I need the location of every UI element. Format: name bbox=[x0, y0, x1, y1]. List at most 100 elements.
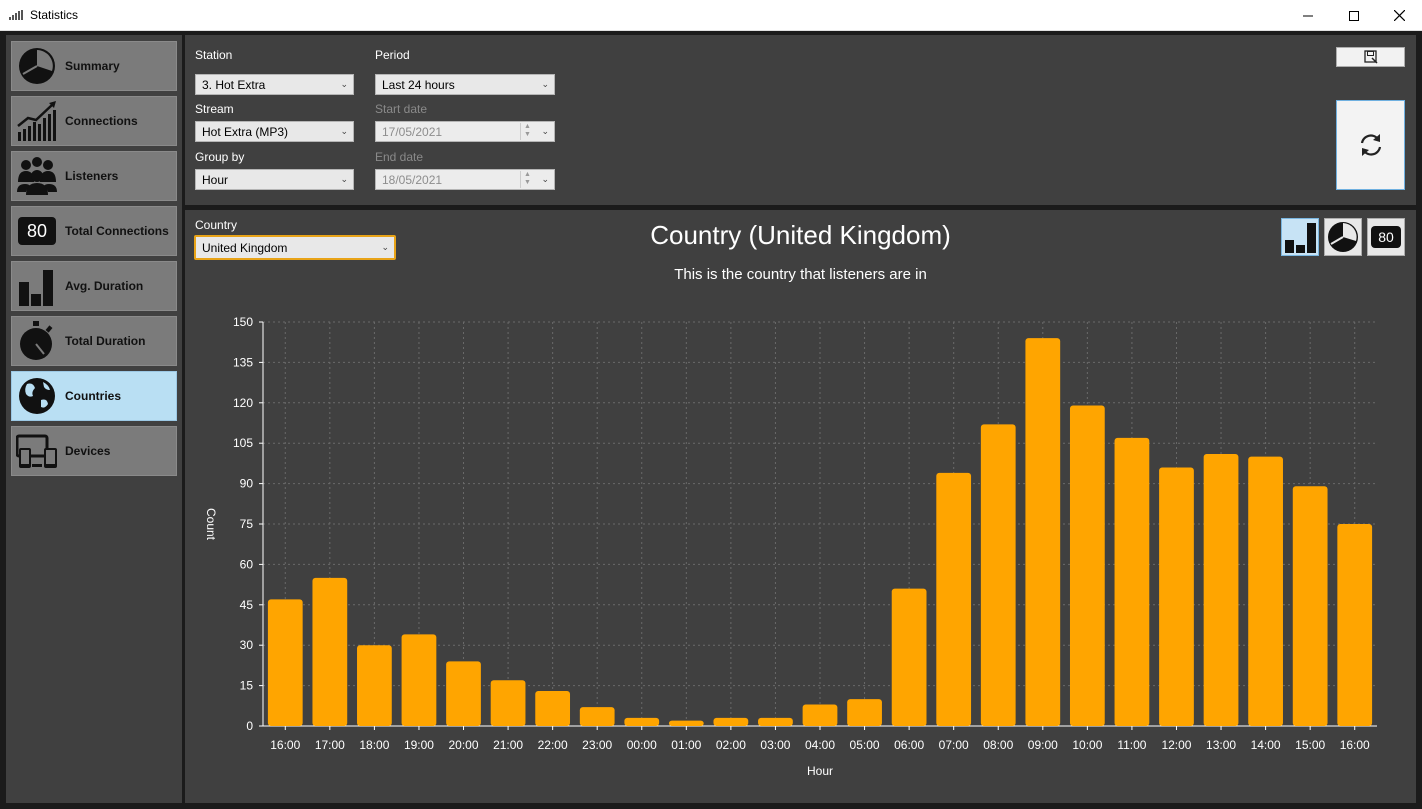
sidebar-item-label: Avg. Duration bbox=[65, 279, 144, 293]
group-by-label: Group by bbox=[195, 150, 245, 164]
x-tick-label: 02:00 bbox=[716, 738, 746, 752]
bar bbox=[401, 634, 437, 726]
bar bbox=[802, 704, 838, 726]
y-axis-label: Count bbox=[204, 508, 218, 541]
chevron-down-icon: ⌄ bbox=[340, 126, 348, 136]
maximize-icon bbox=[1349, 10, 1359, 21]
bar-chart: 0 15 30 45 60 75 90 105 120 135 150 16:00 17:00 18:00… bbox=[204, 315, 1377, 778]
x-tick-label: 12:00 bbox=[1161, 738, 1191, 752]
title-bar: Statistics bbox=[0, 0, 1422, 31]
x-tick-label: 00:00 bbox=[627, 738, 657, 752]
x-tick-label: 06:00 bbox=[894, 738, 924, 752]
people-icon bbox=[16, 155, 58, 197]
close-icon bbox=[1393, 10, 1405, 21]
sidebar-item-total-connections[interactable]: 80 Total Connections bbox=[11, 206, 177, 256]
sidebar-item-label: Listeners bbox=[65, 169, 119, 183]
x-tick-label: 22:00 bbox=[538, 738, 568, 752]
save-button[interactable] bbox=[1336, 47, 1405, 67]
start-date-picker[interactable]: 17/05/2021 ▲ ▼ ⌄ bbox=[375, 121, 555, 142]
x-tick-label: 14:00 bbox=[1251, 738, 1281, 752]
bar bbox=[312, 577, 348, 726]
refresh-button[interactable] bbox=[1336, 100, 1405, 190]
start-date-label: Start date bbox=[375, 102, 428, 116]
bar bbox=[267, 599, 303, 726]
x-tick-label: 10:00 bbox=[1072, 738, 1102, 752]
bar-chart-icon bbox=[16, 265, 58, 307]
sidebar-item-countries[interactable]: Countries bbox=[11, 371, 177, 421]
bar bbox=[490, 680, 526, 726]
bar bbox=[758, 717, 793, 726]
bar bbox=[1114, 437, 1150, 726]
period-select[interactable]: Last 24 hours ⌄ bbox=[375, 74, 555, 95]
counter-view-button[interactable]: 80 bbox=[1367, 218, 1405, 256]
chevron-down-icon: ⌄ bbox=[340, 79, 348, 89]
y-tick-label: 30 bbox=[240, 638, 254, 652]
sidebar-item-total-duration[interactable]: Total Duration bbox=[11, 316, 177, 366]
end-date-picker[interactable]: 18/05/2021 ▲ ▼ ⌄ bbox=[375, 169, 555, 190]
x-tick-label: 15:00 bbox=[1295, 738, 1325, 752]
trend-up-icon bbox=[16, 100, 58, 142]
sidebar-item-connections[interactable]: Connections bbox=[11, 96, 177, 146]
x-tick-label: 11:00 bbox=[1117, 738, 1146, 752]
minimize-button[interactable] bbox=[1285, 0, 1331, 31]
x-tick-label: 13:00 bbox=[1206, 738, 1236, 752]
x-tick-label: 09:00 bbox=[1028, 738, 1058, 752]
period-label: Period bbox=[375, 48, 410, 62]
x-axis-label: Hour bbox=[807, 764, 833, 778]
bar bbox=[579, 707, 615, 726]
period-value: Last 24 hours bbox=[382, 78, 455, 92]
sidebar-item-label: Countries bbox=[65, 389, 122, 403]
bar bbox=[624, 717, 660, 726]
end-date-label: End date bbox=[375, 150, 424, 164]
chevron-down-icon: ⌄ bbox=[541, 174, 549, 184]
sidebar-item-listeners[interactable]: Listeners bbox=[11, 151, 177, 201]
filter-panel: Station 3. Hot Extra ⌄ Stream Hot Extra … bbox=[185, 35, 1416, 205]
floppy-disk-icon bbox=[1363, 50, 1378, 64]
sidebar-item-avg-duration[interactable]: Avg. Duration bbox=[11, 261, 177, 311]
bar bbox=[1337, 524, 1373, 726]
station-value: 3. Hot Extra bbox=[202, 78, 266, 92]
x-tick-label: 17:00 bbox=[315, 738, 345, 752]
bar bbox=[1203, 453, 1239, 726]
y-tick-label: 15 bbox=[240, 679, 254, 693]
chevron-down-icon: ⌄ bbox=[541, 126, 549, 136]
x-tick-label: 20:00 bbox=[449, 738, 479, 752]
chart-panel: Country United Kingdom ⌄ Country (United… bbox=[185, 210, 1416, 803]
pie-view-button[interactable] bbox=[1324, 218, 1362, 256]
y-tick-label: 120 bbox=[233, 396, 253, 410]
y-tick-label: 90 bbox=[240, 477, 254, 491]
x-tick-label: 05:00 bbox=[850, 738, 880, 752]
pie-chart-icon bbox=[1328, 222, 1358, 252]
refresh-icon bbox=[1360, 134, 1381, 156]
y-tick-label: 75 bbox=[240, 517, 254, 531]
sidebar-item-label: Devices bbox=[65, 444, 111, 458]
x-tick-label: 16:00 bbox=[270, 738, 300, 752]
start-date-value: 17/05/2021 bbox=[382, 125, 443, 139]
y-tick-label: 135 bbox=[233, 355, 253, 369]
spinner-icon: ▲ ▼ bbox=[520, 123, 534, 140]
statistics-window: Statistics Summary Connections Listeners… bbox=[0, 0, 1422, 809]
sidebar: Summary Connections Listeners 80 Total C… bbox=[6, 35, 182, 803]
bar-view-button[interactable] bbox=[1281, 218, 1319, 256]
app-signal-icon bbox=[9, 10, 25, 20]
bar bbox=[847, 699, 882, 726]
bar bbox=[891, 588, 927, 726]
station-select[interactable]: 3. Hot Extra ⌄ bbox=[195, 74, 354, 95]
sidebar-item-label: Summary bbox=[65, 59, 120, 73]
bar bbox=[535, 690, 571, 726]
chevron-down-icon: ⌄ bbox=[541, 79, 549, 89]
group-by-select[interactable]: Hour ⌄ bbox=[195, 169, 354, 190]
close-button[interactable] bbox=[1376, 0, 1422, 31]
devices-icon bbox=[16, 430, 58, 472]
stream-select[interactable]: Hot Extra (MP3) ⌄ bbox=[195, 121, 354, 142]
station-label: Station bbox=[195, 48, 233, 62]
y-tick-label: 150 bbox=[233, 315, 253, 329]
pie-chart-icon bbox=[16, 45, 58, 87]
maximize-button[interactable] bbox=[1331, 0, 1377, 31]
bar bbox=[1069, 405, 1105, 726]
bar bbox=[713, 717, 749, 726]
bar bbox=[357, 645, 392, 726]
sidebar-item-summary[interactable]: Summary bbox=[11, 41, 177, 91]
sidebar-item-devices[interactable]: Devices bbox=[11, 426, 177, 476]
chevron-down-icon: ⌄ bbox=[340, 174, 348, 184]
